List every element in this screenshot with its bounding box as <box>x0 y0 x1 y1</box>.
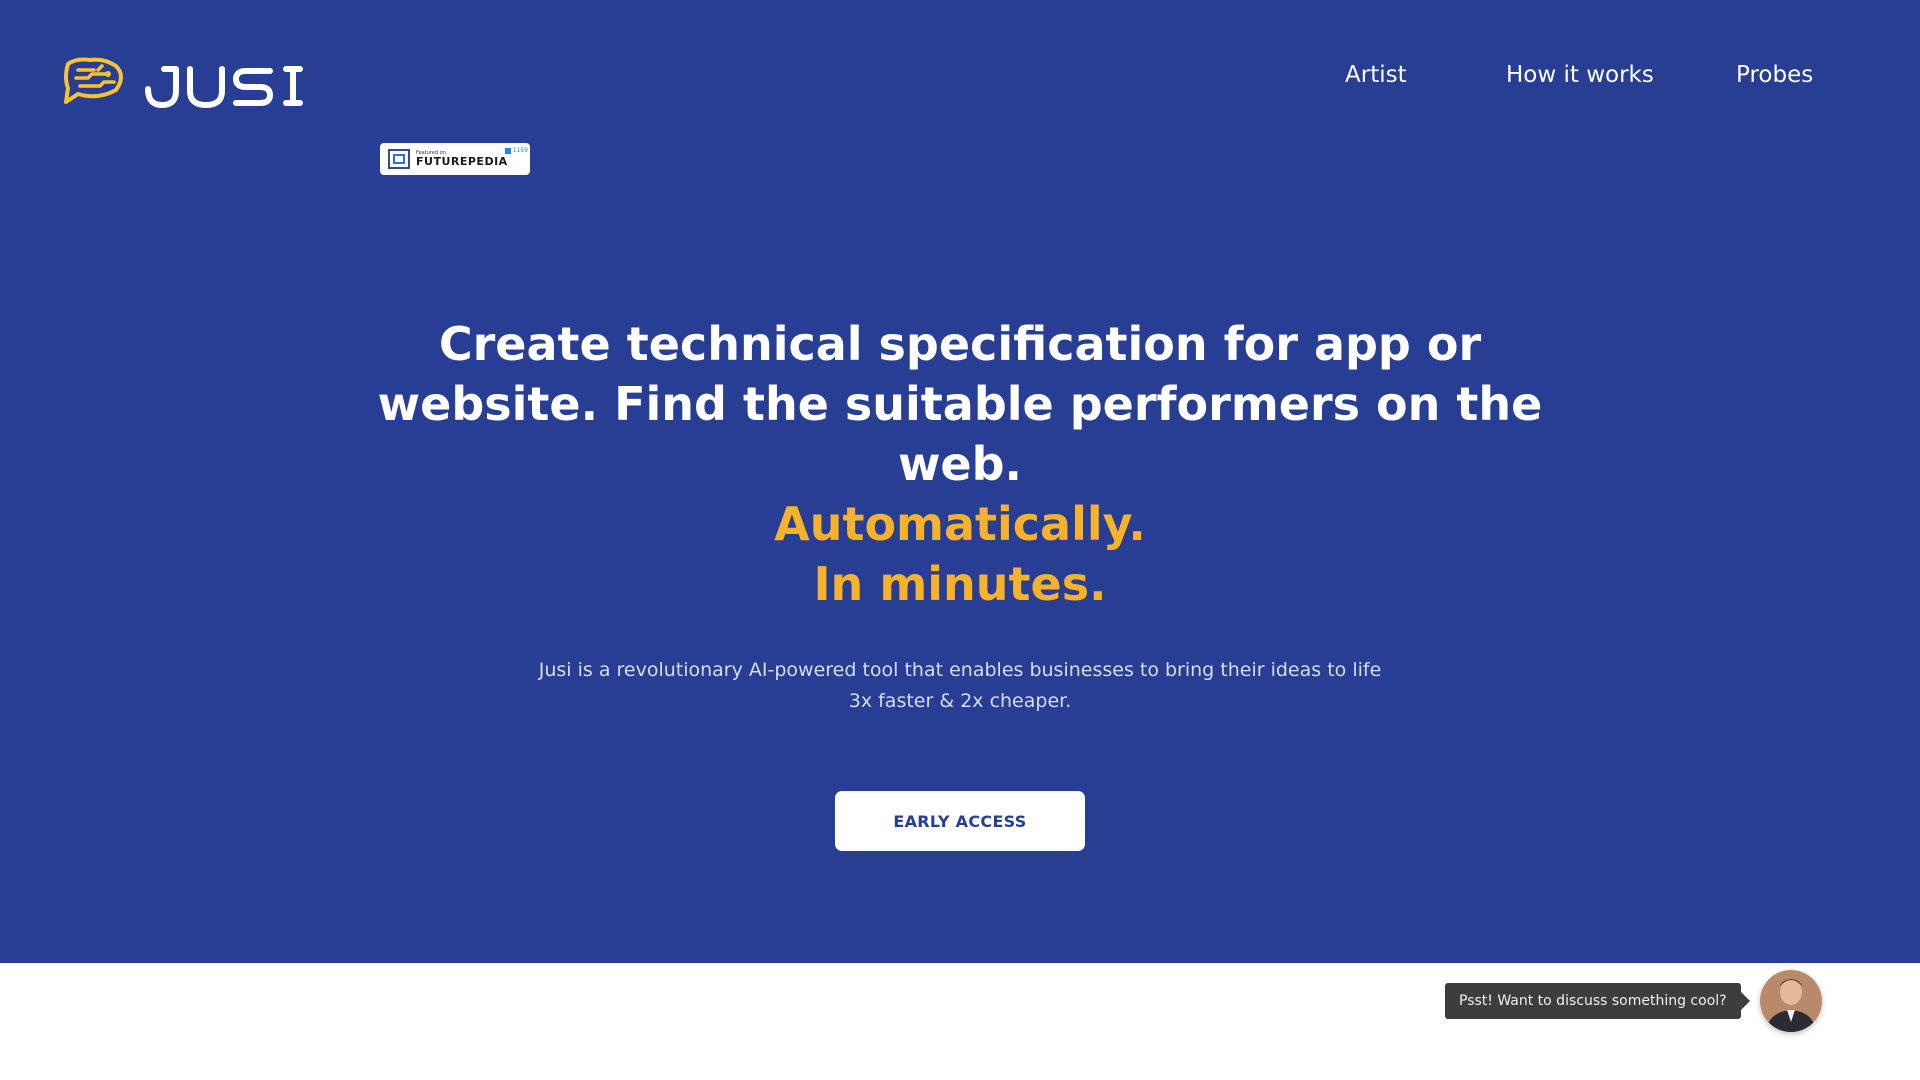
person-avatar-icon <box>1759 970 1822 1032</box>
badge-name: FUTUREPEDIA <box>416 155 508 168</box>
avatar[interactable] <box>1759 970 1822 1032</box>
chat-widget[interactable]: Psst! Want to discuss something cool? <box>1445 970 1822 1032</box>
hero-section: Artist How it works Probes Featured on F… <box>0 0 1920 963</box>
badge-count: 1159 <box>512 147 528 154</box>
chat-message[interactable]: Psst! Want to discuss something cool? <box>1445 983 1750 1019</box>
headline-accent-1: Automatically. <box>774 497 1146 551</box>
futurepedia-badge[interactable]: Featured on FUTUREPEDIA 1159 <box>380 143 530 175</box>
badge-corner: 1159 <box>504 147 528 154</box>
headline-accent-2: In minutes. <box>813 557 1107 611</box>
nav-item-how-it-works[interactable]: How it works <box>1506 62 1654 88</box>
nav-item-artist[interactable]: Artist <box>1345 62 1407 88</box>
subtitle-line-1: Jusi is a revolutionary AI-powered tool … <box>538 659 1382 681</box>
early-access-button[interactable]: EARLY ACCESS <box>835 791 1085 851</box>
headline-text: Create technical specification for app o… <box>377 317 1543 491</box>
hero-subtitle: Jusi is a revolutionary AI-powered tool … <box>460 655 1460 717</box>
subtitle-line-2: 3x faster & 2x cheaper. <box>848 690 1072 712</box>
main-nav: Artist How it works Probes <box>0 62 1920 92</box>
futurepedia-logo-icon <box>388 149 410 169</box>
upvote-icon <box>504 147 511 154</box>
nav-item-probes[interactable]: Probes <box>1736 62 1813 88</box>
hero-headline: Create technical specification for app o… <box>360 314 1560 614</box>
